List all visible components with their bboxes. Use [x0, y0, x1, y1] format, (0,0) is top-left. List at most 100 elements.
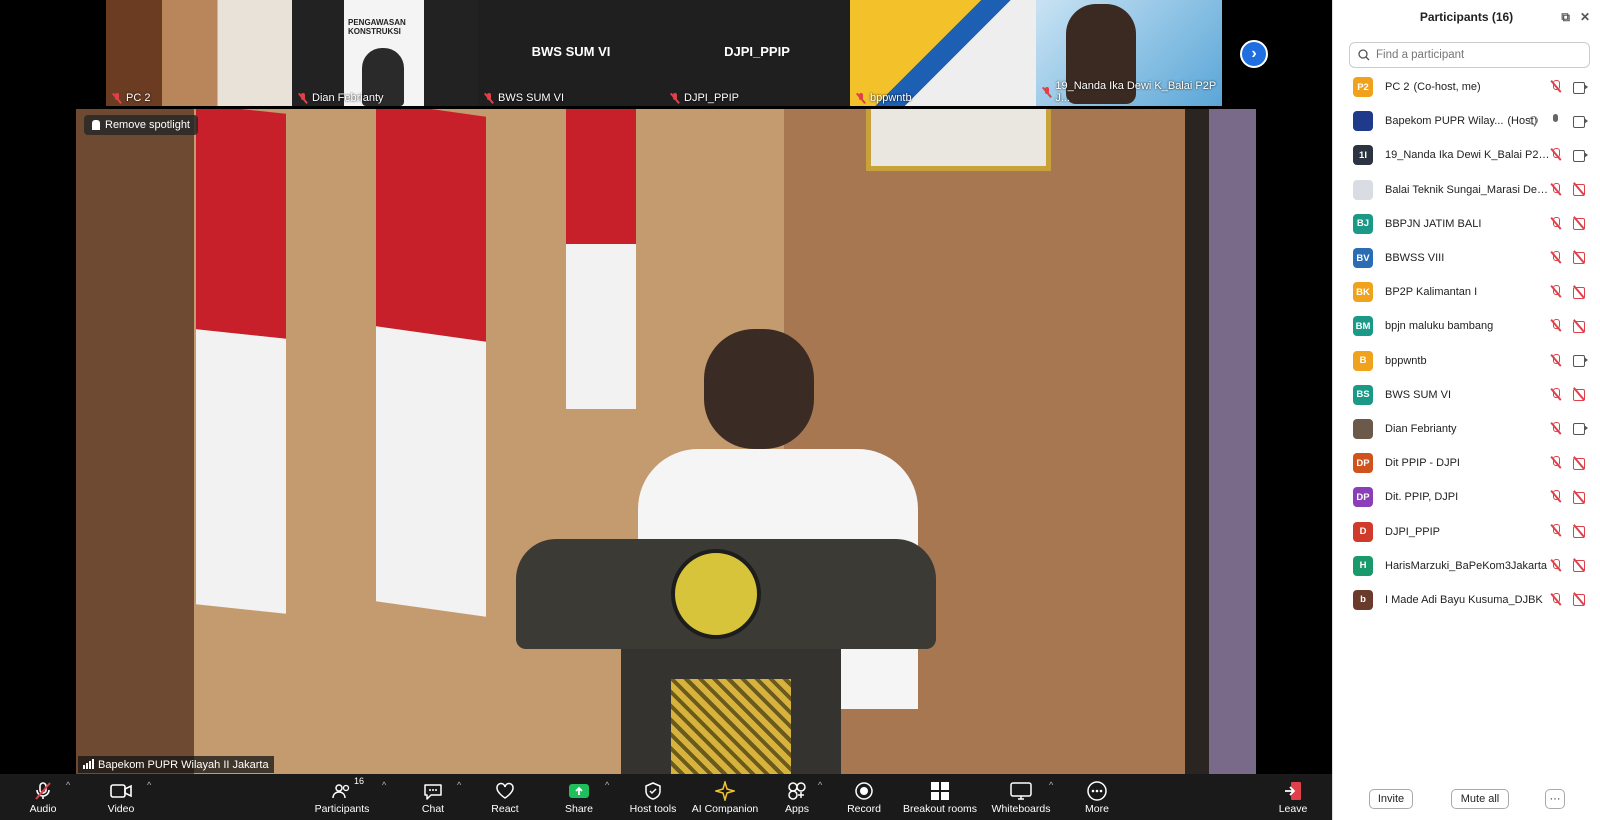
mute-all-button[interactable]: Mute all [1451, 789, 1509, 809]
mic-muted-icon[interactable] [1550, 250, 1561, 264]
mic-muted-icon[interactable] [1550, 353, 1561, 367]
avatar: BM [1353, 316, 1373, 337]
mic-muted-icon [1042, 86, 1051, 98]
apps-options-chevron-icon[interactable]: ^ [818, 780, 822, 790]
video-off-icon[interactable] [1573, 457, 1588, 470]
video-off-icon[interactable] [1573, 594, 1588, 607]
invite-button[interactable]: Invite [1369, 789, 1413, 809]
video-thumbnail[interactable]: bppwntb [850, 0, 1036, 106]
mic-muted-icon [298, 92, 308, 104]
mic-muted-icon[interactable] [1550, 319, 1561, 332]
mic-muted-icon[interactable] [1550, 148, 1561, 161]
mic-muted-icon[interactable] [1550, 216, 1561, 230]
mic-icon[interactable] [1550, 114, 1561, 127]
search-input[interactable] [1376, 49, 1576, 61]
mic-muted-icon[interactable] [1550, 524, 1561, 537]
chat-options-chevron-icon[interactable]: ^ [457, 780, 461, 790]
video-button[interactable]: Video [104, 774, 138, 820]
record-button[interactable]: Record [846, 774, 882, 820]
video-camera-icon[interactable] [1573, 149, 1588, 162]
mic-muted-icon[interactable] [1550, 456, 1561, 469]
video-off-icon[interactable] [1573, 218, 1588, 231]
video-thumbnail[interactable]: BWS SUM VI BWS SUM VI [478, 0, 664, 106]
whiteboards-button[interactable]: Whiteboards [992, 774, 1050, 820]
participant-row[interactable]: P2 PC 2 (Co-host, me) [1333, 70, 1600, 104]
mic-muted-icon[interactable] [1550, 592, 1561, 606]
next-page-arrow-icon[interactable]: › [1240, 40, 1268, 68]
video-off-icon[interactable] [1573, 286, 1588, 299]
participant-search[interactable] [1349, 42, 1590, 68]
react-button[interactable]: React [488, 774, 522, 820]
apps-icon [788, 781, 806, 800]
participant-row[interactable]: H HarisMarzuki_BaPeKom3Jakarta [1333, 549, 1600, 583]
participant-row[interactable]: Bbppwntb [1333, 344, 1600, 378]
mic-muted-icon[interactable] [1550, 490, 1561, 503]
video-off-icon[interactable] [1573, 389, 1588, 402]
participant-row[interactable]: D DJPI_PPIP [1333, 514, 1600, 548]
video-off-icon[interactable] [1573, 560, 1588, 573]
thumbnail-name: PC 2 [126, 92, 151, 104]
chat-button[interactable]: Chat [416, 774, 450, 820]
remove-spotlight-button[interactable]: Remove spotlight [84, 115, 198, 135]
video-off-icon[interactable] [1573, 525, 1588, 538]
pu-logo [671, 549, 761, 639]
close-icon[interactable]: ✕ [1580, 10, 1590, 25]
panel-footer: Invite Mute all ··· [1333, 778, 1600, 820]
participant-row[interactable]: Dian Febrianty [1333, 412, 1600, 446]
participant-row[interactable]: BK BP2P Kalimantan I [1333, 275, 1600, 309]
participant-row[interactable]: Bapekom PUPR Wilay... (Host) [1333, 104, 1600, 138]
audio-button[interactable]: Audio [26, 774, 60, 820]
participant-row[interactable]: BV BBWSS VIII [1333, 241, 1600, 275]
video-off-icon[interactable] [1573, 252, 1588, 265]
avatar: BS [1353, 384, 1373, 405]
mic-muted-icon[interactable] [1550, 558, 1561, 572]
participant-row[interactable]: b I Made Adi Bayu Kusuma_DJBK [1333, 583, 1600, 617]
participants-options-chevron-icon[interactable]: ^ [382, 780, 386, 790]
video-off-icon[interactable] [1573, 184, 1588, 197]
avatar: P2 [1353, 77, 1373, 98]
mic-muted-icon[interactable] [1550, 80, 1561, 93]
video-camera-icon [110, 783, 132, 798]
breakout-rooms-button[interactable]: Breakout rooms [903, 774, 977, 820]
audio-options-chevron-icon[interactable]: ^ [66, 780, 70, 790]
more-button[interactable]: More [1080, 774, 1114, 820]
participants-button[interactable]: 16 Participants [312, 774, 372, 820]
flag [566, 109, 636, 409]
video-camera-icon[interactable] [1573, 423, 1588, 436]
video-options-chevron-icon[interactable]: ^ [147, 780, 151, 790]
host-tools-button[interactable]: Host tools [630, 774, 676, 820]
participant-row[interactable]: BM bpjn maluku bambang [1333, 309, 1600, 343]
share-button[interactable]: Share [562, 774, 596, 820]
video-thumbnail[interactable]: 19_Nanda Ika Dewi K_Balai P2P J... [1036, 0, 1222, 106]
participant-row[interactable]: DP Dit. PPIP, DJPI [1333, 480, 1600, 514]
share-options-chevron-icon[interactable]: ^ [605, 780, 609, 790]
more-options-button[interactable]: ··· [1545, 789, 1565, 809]
video-camera-icon[interactable] [1573, 81, 1588, 94]
heart-icon [496, 782, 514, 799]
video-thumbnail[interactable]: PENGAWASAN KONSTRUKSI Dian Febrianty [292, 0, 478, 106]
video-camera-icon[interactable] [1573, 115, 1588, 128]
pop-out-icon[interactable]: ⧉ [1561, 10, 1570, 25]
participant-name: Dit. PPIP, DJPI [1385, 491, 1459, 504]
participant-row[interactable]: DP Dit PPIP - DJPI [1333, 446, 1600, 480]
participant-row[interactable]: BJ BBPJN JATIM BALI [1333, 207, 1600, 241]
participant-row[interactable]: BS BWS SUM VI [1333, 378, 1600, 412]
mic-muted-icon [35, 781, 51, 800]
video-camera-icon[interactable] [1573, 355, 1588, 367]
ai-companion-button[interactable]: AI Companion [692, 774, 758, 820]
mic-muted-icon[interactable] [1550, 387, 1561, 401]
video-off-icon[interactable] [1573, 320, 1588, 333]
mic-muted-icon[interactable] [1550, 182, 1561, 196]
mic-muted-icon[interactable] [1550, 285, 1561, 298]
video-thumbnail[interactable]: DJPI_PPIP DJPI_PPIP [664, 0, 850, 106]
apps-button[interactable]: Apps [780, 774, 814, 820]
mic-muted-icon[interactable] [1550, 421, 1561, 435]
zoom-meeting-window: PC 2 PENGAWASAN KONSTRUKSI Dian Febriant… [0, 0, 1600, 820]
leave-button[interactable]: Leave [1276, 774, 1310, 820]
video-off-icon[interactable] [1573, 491, 1588, 504]
video-thumbnail[interactable]: PC 2 [106, 0, 292, 106]
whiteboards-options-chevron-icon[interactable]: ^ [1049, 780, 1053, 790]
participant-row[interactable]: 1I 19_Nanda Ika Dewi K_Balai P2P J... [1333, 138, 1600, 172]
participant-row[interactable]: Balai Teknik Sungai_Marasi Deon... [1333, 173, 1600, 207]
meeting-toolbar: Audio ^ Video ^ 16 Participants ^ Chat ^… [0, 774, 1332, 820]
